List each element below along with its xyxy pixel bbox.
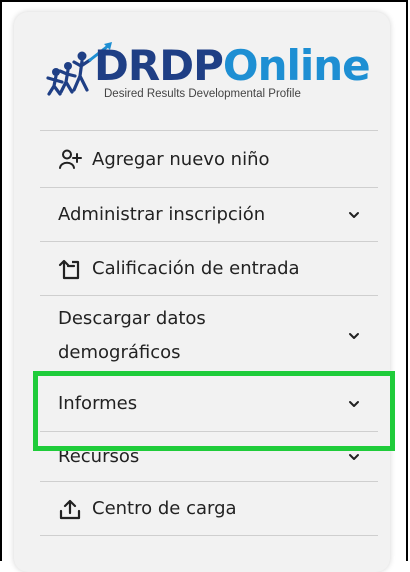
nav-item-label: Calificación de entrada [92, 258, 300, 279]
nav-item-reports[interactable]: Informes [40, 376, 378, 432]
nav-item-label: Descargar datos demográficos [58, 302, 348, 370]
add-user-icon [58, 147, 82, 171]
brand-name: DRDPOnline [94, 41, 371, 90]
brand-tagline: Desired Results Developmental Profile [104, 88, 301, 100]
brand-name-part2: Online [222, 41, 371, 90]
nav-item-resources[interactable]: Recursos [40, 432, 378, 482]
brand-name-part1: DRDP [94, 41, 224, 90]
chevron-down-icon [348, 209, 360, 221]
drdp-logo[interactable]: DRDPOnline Desired Results Developmental… [44, 40, 374, 106]
nav-item-label: Centro de carga [92, 498, 237, 519]
nav-item-upload-center[interactable]: Centro de carga [40, 482, 378, 536]
nav-item-download-demographics[interactable]: Descargar datos demográficos [40, 296, 378, 376]
upload-icon [58, 497, 82, 521]
nav-item-add-child[interactable]: Agregar nuevo niño [40, 131, 378, 188]
nav-item-entry-rating[interactable]: Calificación de entrada [40, 242, 378, 296]
chevron-down-icon [348, 451, 360, 463]
chevron-down-icon [348, 330, 360, 342]
rating-entry-icon [58, 257, 82, 281]
nav-item-manage-enrollment[interactable]: Administrar inscripción [40, 188, 378, 242]
nav-item-label: Recursos [58, 446, 140, 467]
nav-item-label: Informes [58, 393, 138, 414]
nav-item-label: Agregar nuevo niño [92, 148, 270, 170]
nav-item-label-line1: Descargar datos [58, 307, 206, 329]
sidebar-nav: Agregar nuevo niño Administrar inscripci… [40, 130, 378, 536]
nav-item-label-line2: demográficos [58, 341, 181, 363]
nav-item-label: Administrar inscripción [58, 204, 266, 225]
chevron-down-icon [348, 398, 360, 410]
